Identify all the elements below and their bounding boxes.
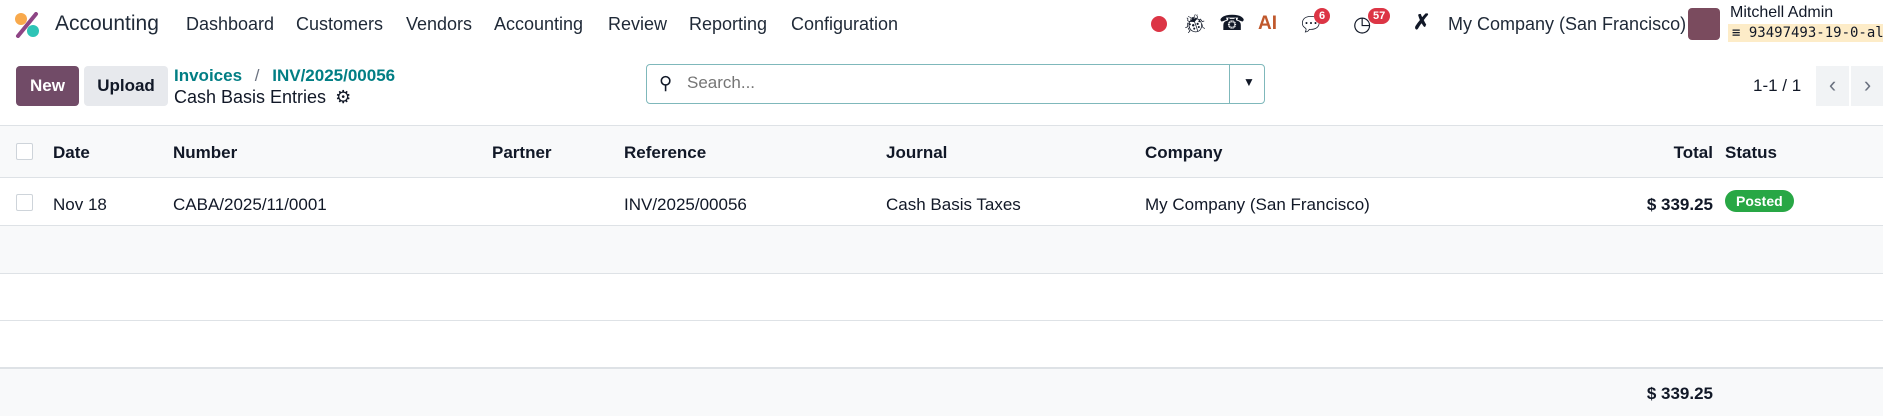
phone-icon[interactable]: ☎ [1219,11,1245,36]
app-name[interactable]: Accounting [55,12,159,36]
debug-bug-icon[interactable]: 🐞︎ [1183,12,1207,36]
empty-row [0,321,1883,368]
breadcrumb-separator: / [254,66,260,85]
activities-badge: 57 [1368,8,1391,24]
cell-number: CABA/2025/11/0001 [173,195,327,214]
top-navbar: Accounting Dashboard Customers Vendors A… [0,0,1883,50]
breadcrumb-invoice[interactable]: INV/2025/00056 [272,66,395,85]
user-name[interactable]: Mitchell Admin [1730,4,1833,22]
menu-dashboard[interactable]: Dashboard [186,14,274,35]
col-partner[interactable]: Partner [492,143,552,163]
col-date[interactable]: Date [53,143,90,163]
menu-vendors[interactable]: Vendors [406,14,472,35]
recording-icon[interactable] [1151,16,1167,32]
cell-journal: Cash Basis Taxes [886,195,1021,214]
new-button[interactable]: New [16,66,79,106]
pager-value[interactable]: 1-1 / 1 [1753,76,1801,96]
cell-company: My Company (San Francisco) [1145,195,1370,214]
menu-configuration[interactable]: Configuration [791,14,898,35]
table-header: Date Number Partner Reference Journal Co… [0,126,1883,178]
breadcrumb: Invoices / INV/2025/00056 [174,66,395,86]
search-box[interactable]: ⚲ ▼ [646,64,1265,104]
footer-total: $ 339.25 [1646,384,1713,403]
col-status[interactable]: Status [1725,143,1777,163]
col-company[interactable]: Company [1145,143,1222,163]
page-title: Cash Basis Entries [174,87,327,107]
cell-date: Nov 18 [53,195,107,214]
page-title-wrap: Cash Basis Entries ⚙ [174,87,351,108]
settings-tools-icon[interactable]: ✗ [1413,10,1431,35]
pager-next-button[interactable]: › [1851,66,1883,106]
menu-customers[interactable]: Customers [296,14,383,35]
row-checkbox[interactable] [16,194,33,211]
empty-row [0,274,1883,321]
select-all-checkbox[interactable] [16,143,33,160]
cell-total: $ 339.25 [1646,195,1713,214]
menu-reporting[interactable]: Reporting [689,14,767,35]
search-input[interactable] [687,73,1207,93]
pager-prev-button[interactable]: ‹ [1816,66,1849,106]
company-switcher[interactable]: My Company (San Francisco) [1448,14,1686,35]
col-total[interactable]: Total [1674,143,1713,163]
database-label: 93497493-19-0-al [1748,25,1883,41]
status-badge: Posted [1725,190,1794,212]
table-row[interactable]: Nov 18 CABA/2025/11/0001 INV/2025/00056 … [0,178,1883,226]
user-avatar[interactable] [1688,8,1720,40]
app-logo-icon[interactable] [14,12,40,38]
menu-review[interactable]: Review [608,14,667,35]
empty-row [0,226,1883,274]
database-name: ≡ 93497493-19-0-al [1728,24,1883,42]
ai-icon[interactable]: AI [1258,13,1277,35]
search-options-toggle-icon[interactable]: ▼ [1243,75,1255,89]
cell-reference: INV/2025/00056 [624,195,747,214]
menu-accounting[interactable]: Accounting [494,14,583,35]
col-journal[interactable]: Journal [886,143,947,163]
breadcrumb-invoices[interactable]: Invoices [174,66,242,85]
messages-badge: 6 [1314,8,1331,24]
search-icon: ⚲ [659,73,673,93]
control-panel: New Upload Invoices / INV/2025/00056 Cas… [0,50,1883,126]
col-number[interactable]: Number [173,143,237,163]
upload-button[interactable]: Upload [84,66,168,106]
col-reference[interactable]: Reference [624,143,706,163]
table-footer: $ 339.25 [0,368,1883,416]
gear-icon[interactable]: ⚙ [335,87,351,107]
